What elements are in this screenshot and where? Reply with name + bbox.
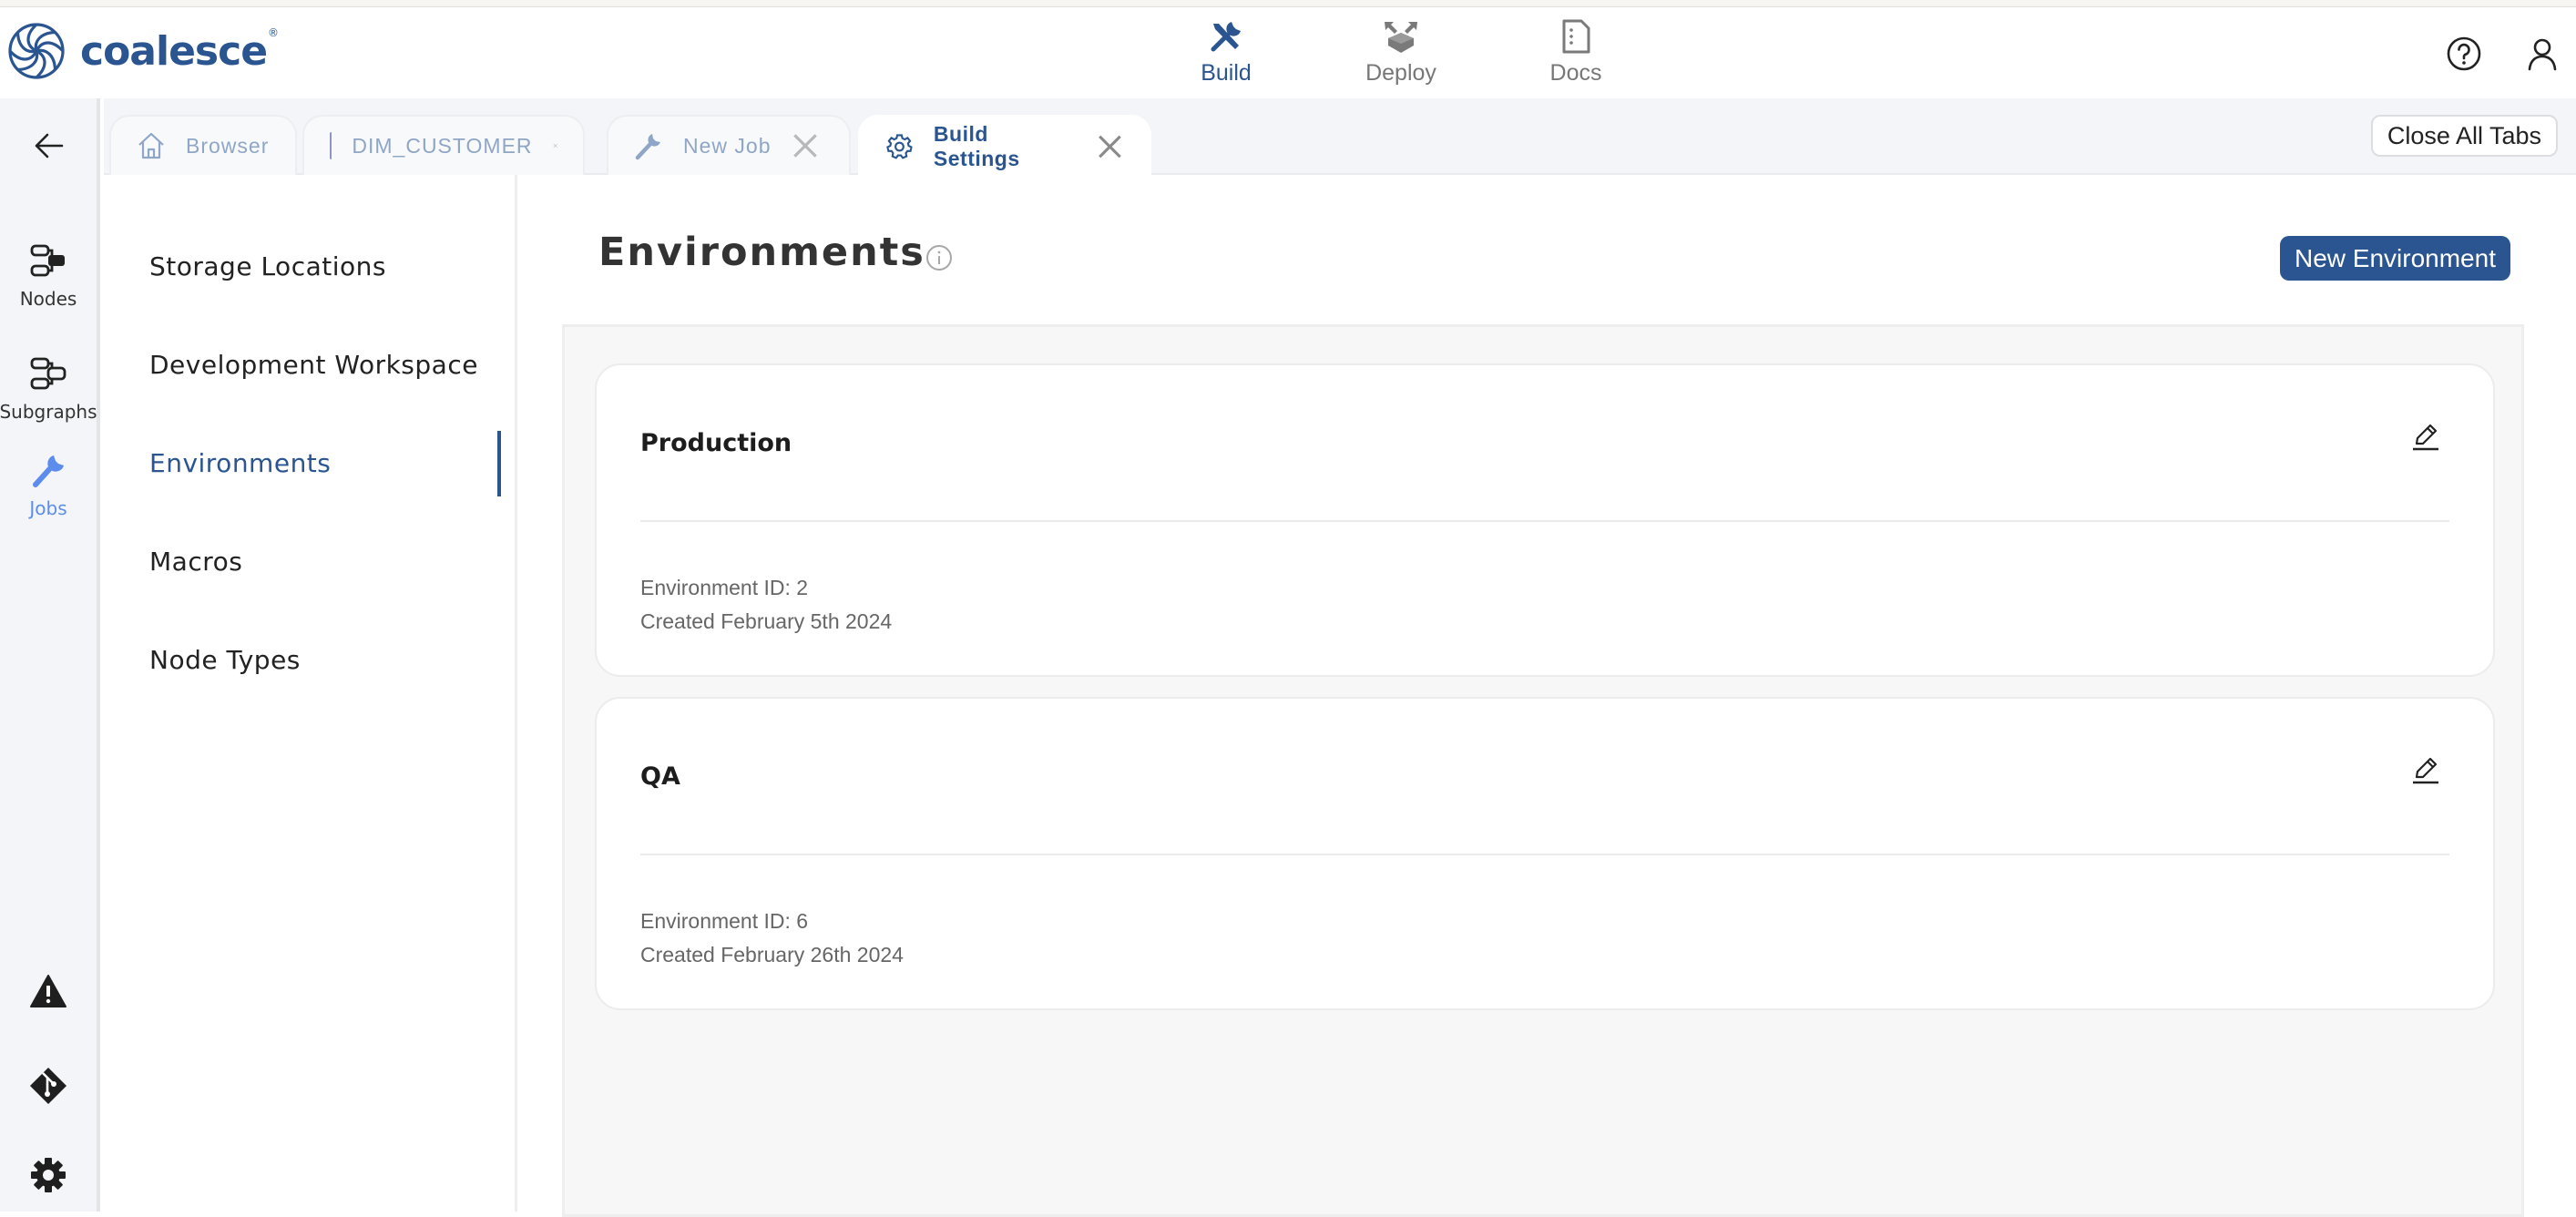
top-navigation: Build Deploy Docs: [1139, 18, 1663, 87]
wrench-icon: [635, 134, 660, 160]
topnav-docs[interactable]: Docs: [1488, 18, 1663, 87]
left-icon-rail: Nodes Subgraphs Jobs: [0, 98, 100, 1212]
tab-new-job[interactable]: New Job: [607, 115, 851, 175]
build-tools-icon: [1211, 22, 1241, 52]
tab-browser[interactable]: Browser: [109, 115, 297, 175]
rail-label-subgraphs: Subgraphs: [0, 401, 97, 423]
rail-item-subgraphs[interactable]: Subgraphs: [0, 353, 97, 423]
tab-build-settings[interactable]: Build Settings: [858, 115, 1151, 177]
tab-build-settings-label: Build Settings: [933, 122, 1020, 170]
topnav-deploy[interactable]: Deploy: [1314, 18, 1488, 87]
environment-created-date: Created February 5th 2024: [640, 609, 893, 633]
edit-pencil-icon[interactable]: [2409, 420, 2442, 453]
user-icon[interactable]: [2523, 35, 2561, 73]
topnav-build-label: Build: [1201, 60, 1252, 86]
environment-created-date: Created February 26th 2024: [640, 943, 904, 966]
active-nav-indicator: [497, 431, 501, 496]
coalesce-logo-icon: [8, 23, 65, 79]
node-color-chip-icon: [330, 132, 332, 159]
topnav-build[interactable]: Build: [1139, 18, 1314, 87]
header-actions: [2445, 35, 2576, 73]
close-icon[interactable]: [553, 131, 557, 160]
close-all-tabs-button[interactable]: Close All Tabs: [2370, 115, 2558, 157]
git-icon: [30, 1068, 66, 1104]
subgraphs-icon: [30, 357, 66, 390]
gear-icon: [886, 134, 913, 159]
card-divider: [640, 854, 2449, 855]
docs-file-icon: [1562, 19, 1590, 54]
build-settings-nav: Storage Locations Development Workspace …: [104, 175, 517, 1212]
close-icon[interactable]: [1096, 132, 1124, 161]
brand-name: coalesce ®: [80, 26, 279, 75]
close-icon[interactable]: [791, 131, 820, 160]
environment-meta: Environment ID: 6 Created February 26th …: [640, 905, 904, 972]
environment-name: QA: [640, 762, 680, 791]
environment-card-qa[interactable]: QA Environment ID: 6 Created February 26…: [595, 697, 2495, 1010]
tab-dim-customer-label: DIM_CUSTOMER: [352, 133, 533, 158]
settings-nav-node-types[interactable]: Node Types: [149, 645, 301, 675]
help-icon[interactable]: [2445, 35, 2483, 73]
info-icon[interactable]: [925, 244, 953, 271]
rail-item-jobs[interactable]: Jobs: [0, 450, 97, 519]
environment-name: Production: [640, 429, 792, 457]
card-divider: [640, 520, 2449, 522]
settings-nav-environments[interactable]: Environments: [149, 448, 331, 478]
rail-item-nodes[interactable]: Nodes: [0, 240, 97, 310]
wrench-icon: [33, 455, 64, 487]
settings-gear-icon: [31, 1158, 66, 1192]
app-header: coalesce ® Build Deploy Docs: [0, 7, 2576, 98]
back-arrow-icon[interactable]: [31, 128, 67, 164]
tab-new-job-label: New Job: [683, 133, 772, 158]
tab-browser-label: Browser: [186, 133, 270, 158]
new-environment-button[interactable]: New Environment: [2280, 236, 2510, 281]
warning-icon: [30, 975, 66, 1007]
topnav-docs-label: Docs: [1549, 60, 1602, 86]
environments-content: Environments New Environment Production …: [520, 175, 2576, 1217]
settings-nav-storage-locations[interactable]: Storage Locations: [149, 251, 386, 281]
environments-list: Production Environment ID: 2 Created Feb…: [562, 324, 2524, 1217]
settings-nav-development-workspace[interactable]: Development Workspace: [149, 350, 478, 380]
tab-dim-customer[interactable]: DIM_CUSTOMER: [302, 115, 585, 175]
rail-label-jobs: Jobs: [29, 497, 67, 519]
rail-warnings[interactable]: [0, 971, 97, 1011]
settings-nav-macros[interactable]: Macros: [149, 547, 242, 577]
environment-meta: Environment ID: 2 Created February 5th 2…: [640, 571, 892, 639]
topnav-deploy-label: Deploy: [1365, 60, 1436, 86]
browser-top-strip: [0, 0, 2576, 7]
deploy-box-icon: [1385, 22, 1417, 53]
edit-pencil-icon[interactable]: [2409, 753, 2442, 786]
coalesce-logo[interactable]: coalesce ®: [7, 22, 279, 80]
nodes-icon: [30, 244, 65, 277]
rail-git[interactable]: [0, 1066, 97, 1106]
environment-card-production[interactable]: Production Environment ID: 2 Created Feb…: [595, 363, 2495, 677]
page-title: Environments: [598, 230, 925, 275]
environment-id: Environment ID: 2: [640, 576, 809, 599]
rail-label-nodes: Nodes: [19, 288, 77, 310]
rail-settings[interactable]: [0, 1155, 97, 1195]
tabs-bar: Browser DIM_CUSTOMER New Job Build Setti…: [104, 98, 2576, 177]
home-icon: [138, 132, 164, 159]
environment-id: Environment ID: 6: [640, 909, 809, 933]
